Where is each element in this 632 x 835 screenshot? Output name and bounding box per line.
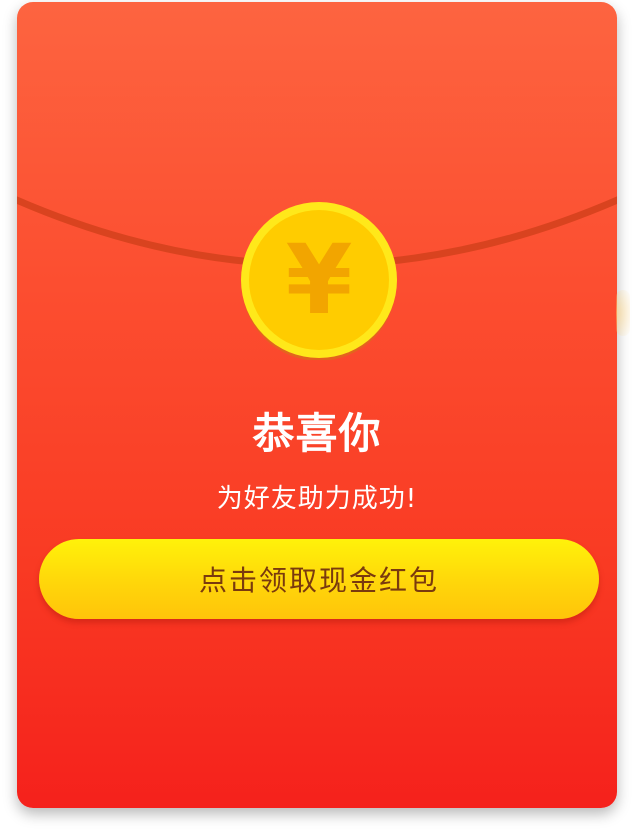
edge-glow-decoration <box>616 290 630 336</box>
coin-symbol: ¥ <box>286 224 353 336</box>
yuan-coin-icon: ¥ <box>241 202 397 360</box>
congrats-title: 恭喜你 <box>252 409 382 458</box>
red-envelope: ¥ 恭喜你 为好友助力成功! 点击领取现金红包 <box>17 2 617 808</box>
red-envelope-modal: ¥ 恭喜你 为好友助力成功! 点击领取现金红包 <box>0 0 632 835</box>
claim-button-label: 点击领取现金红包 <box>198 564 439 597</box>
success-message: 为好友助力成功! <box>216 484 418 514</box>
claim-cash-button[interactable]: 点击领取现金红包 <box>39 539 599 619</box>
